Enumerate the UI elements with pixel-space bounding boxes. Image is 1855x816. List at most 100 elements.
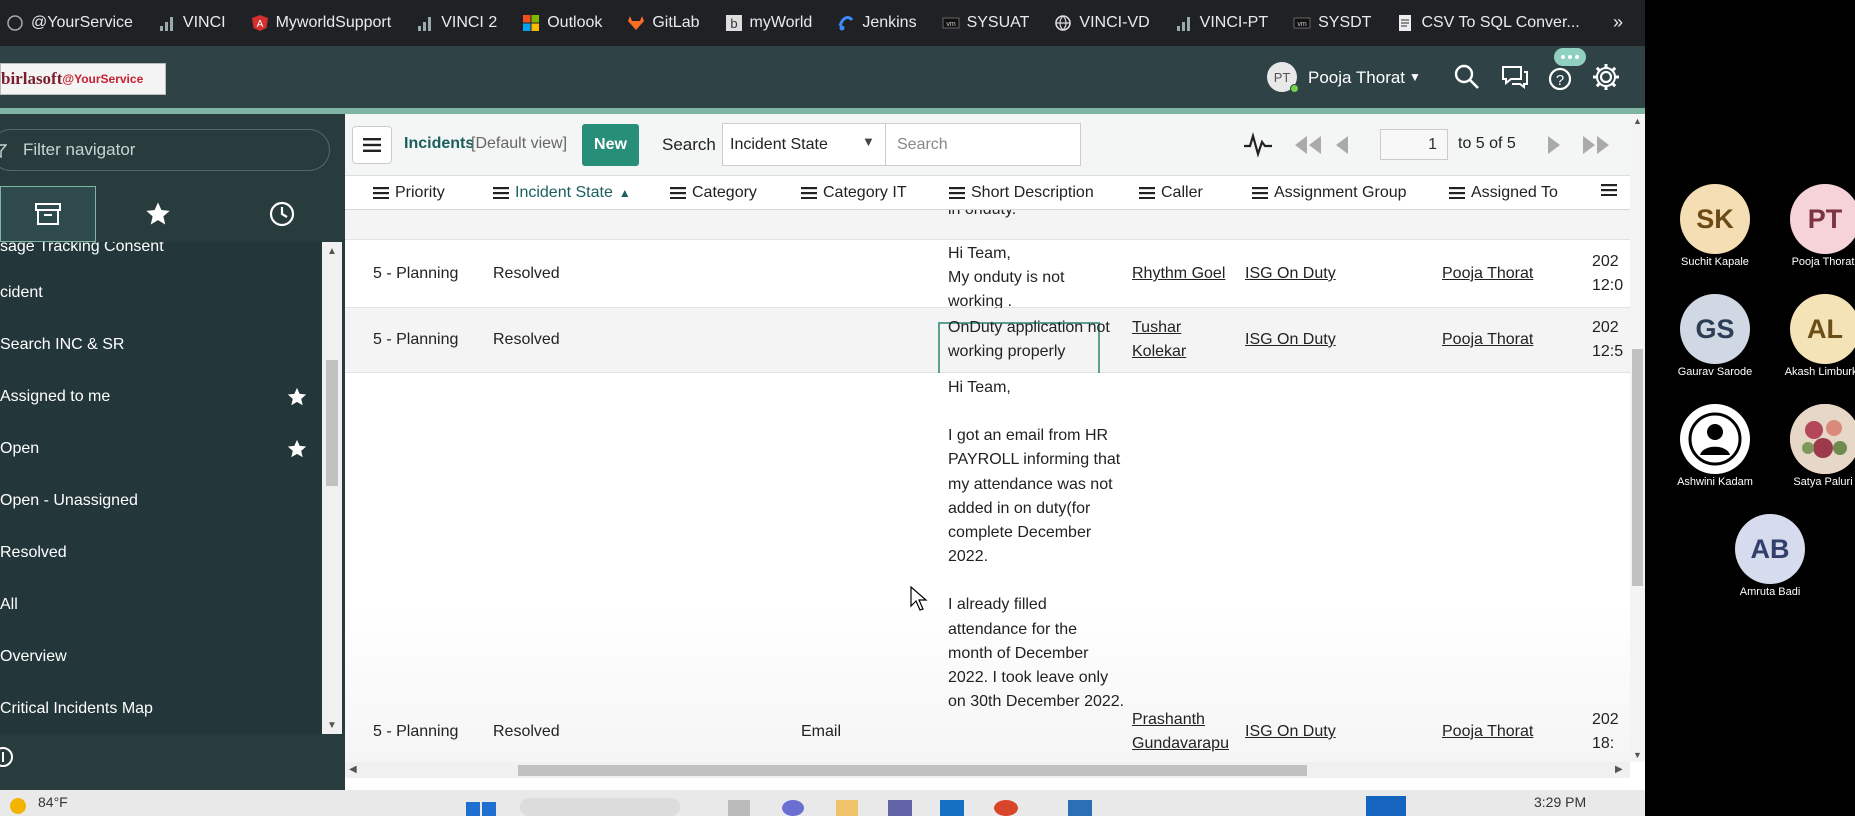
clock-time[interactable]: 3:29 PM <box>1534 794 1586 810</box>
participant-avatar[interactable]: GS <box>1680 294 1750 364</box>
nav-item-open[interactable]: Open <box>0 424 322 474</box>
column-category-it[interactable]: Category IT <box>801 184 907 202</box>
column-incident-state[interactable]: Incident State ▲ <box>493 184 631 202</box>
participant-avatar[interactable] <box>1680 404 1750 474</box>
nav-item-search-inc-sr[interactable]: Search INC & SR <box>0 320 322 370</box>
scroll-up-arrow-icon[interactable]: ▲ <box>327 246 337 257</box>
next-page-icon[interactable] <box>1545 132 1563 158</box>
navigator-scrollbar[interactable]: ▲ ▼ <box>322 242 342 816</box>
short-description-cell[interactable]: OnDuty application not working properly <box>948 316 1110 364</box>
previous-page-icon[interactable] <box>1333 132 1351 158</box>
column-menu-icon[interactable] <box>1449 187 1465 199</box>
scroll-down-arrow-icon[interactable]: ▼ <box>1633 750 1642 760</box>
column-menu-icon[interactable] <box>670 187 686 199</box>
column-menu-icon[interactable] <box>1139 187 1155 199</box>
file-explorer-icon[interactable] <box>836 800 858 816</box>
participant-avatar[interactable] <box>1790 404 1855 474</box>
column-caller[interactable]: Caller <box>1139 184 1203 202</box>
outlook-icon[interactable] <box>1068 800 1092 816</box>
logo[interactable]: birlasoft @YourService <box>0 63 166 95</box>
scrollbar-thumb[interactable] <box>1632 349 1643 586</box>
bookmark-vinci-vd[interactable]: VINCI-VD <box>1054 14 1150 32</box>
bookmark-myworld[interactable]: b myWorld <box>725 14 812 32</box>
app-icon[interactable] <box>782 800 804 816</box>
nav-item-assigned-to-me[interactable]: Assigned to me <box>0 372 322 422</box>
column-menu-icon[interactable] <box>801 187 817 199</box>
tab-favorites[interactable] <box>110 186 206 242</box>
priority-cell[interactable]: 5 - Planning <box>373 720 458 744</box>
star-icon[interactable] <box>286 386 308 408</box>
nav-item-critical-incidents-map[interactable]: Critical Incidents Map <box>0 684 322 734</box>
column-menu-icon[interactable] <box>1252 187 1268 199</box>
chevron-down-icon[interactable]: ▼ <box>1409 70 1421 84</box>
column-short-description[interactable]: Short Description <box>949 184 1094 202</box>
scroll-left-arrow-icon[interactable]: ◀ <box>349 764 357 775</box>
bookmark-myworldsupport[interactable]: A MyworldSupport <box>251 14 391 32</box>
bookmark-sysuat[interactable]: vm SYSUAT <box>942 14 1029 32</box>
column-menu-icon[interactable] <box>493 187 509 199</box>
first-page-icon[interactable] <box>1292 132 1324 158</box>
chrome-icon[interactable] <box>994 800 1018 816</box>
incident-state-cell[interactable]: Resolved <box>493 262 560 286</box>
short-description-cell[interactable]: in onduty. <box>948 210 1016 222</box>
active-app-icon[interactable] <box>1366 796 1406 816</box>
filter-navigator-input[interactable]: Filter navigator <box>0 129 330 171</box>
tab-all-applications[interactable] <box>0 186 96 242</box>
short-description-cell[interactable]: Hi Team, I got an email from HR PAYROLL … <box>948 376 1124 714</box>
incident-state-cell[interactable]: Resolved <box>493 328 560 352</box>
activity-stream-icon[interactable] <box>1243 132 1273 158</box>
sort-ascending-icon[interactable]: ▲ <box>619 186 631 200</box>
column-assigned-to[interactable]: Assigned To <box>1449 184 1558 202</box>
short-description-cell[interactable]: Hi Team, My onduty is not working . <box>948 242 1065 314</box>
last-page-icon[interactable] <box>1580 132 1612 158</box>
more-bookmarks-button[interactable]: » <box>1613 12 1623 33</box>
user-name[interactable]: Pooja Thorat <box>1308 68 1405 88</box>
taskbar-search-box[interactable] <box>520 798 680 816</box>
caller-link[interactable]: Rhythm Goel <box>1132 262 1225 286</box>
participant-avatar[interactable]: PT <box>1790 184 1855 254</box>
collapse-icon[interactable] <box>0 746 14 768</box>
bookmark-gitlab[interactable]: GitLab <box>627 14 700 32</box>
vscode-icon[interactable] <box>940 800 964 816</box>
bookmark-jenkins[interactable]: Jenkins <box>837 14 917 32</box>
nav-item-open-unassigned[interactable]: Open - Unassigned <box>0 476 322 526</box>
bookmark-vinci-pt[interactable]: VINCI-PT <box>1175 14 1268 32</box>
column-menu-icon[interactable] <box>949 187 965 199</box>
category-it-cell[interactable]: Email <box>801 720 841 744</box>
teams-icon[interactable] <box>888 800 912 816</box>
column-assignment-group[interactable]: Assignment Group <box>1252 184 1407 202</box>
nav-item-overview[interactable]: Overview <box>0 632 322 682</box>
list-horizontal-scrollbar[interactable]: ◀ ▶ <box>345 762 1630 778</box>
column-priority[interactable]: Priority <box>373 184 445 202</box>
column-more[interactable] <box>1601 184 1617 196</box>
windows-start-icon[interactable] <box>464 800 498 816</box>
bookmark-vinci-2[interactable]: VINCI 2 <box>416 14 497 32</box>
incident-state-cell[interactable]: Resolved <box>493 720 560 744</box>
list-menu-button[interactable] <box>352 126 392 164</box>
participant-avatar[interactable]: AL <box>1790 294 1855 364</box>
bookmark-outlook[interactable]: Outlook <box>522 14 602 32</box>
caller-link[interactable]: Prashanth Gundavarapu <box>1132 708 1229 756</box>
bookmark-csv-to-sql[interactable]: CSV To SQL Conver... <box>1396 14 1580 32</box>
priority-cell[interactable]: 5 - Planning <box>373 262 458 286</box>
bookmark-vinci[interactable]: VINCI <box>158 14 226 32</box>
column-category[interactable]: Category <box>670 184 757 202</box>
new-button[interactable]: New <box>582 124 639 166</box>
scroll-down-arrow-icon[interactable]: ▼ <box>327 720 337 731</box>
nav-item-resolved[interactable]: Resolved <box>0 528 322 578</box>
caller-link[interactable]: Tushar Kolekar <box>1132 316 1186 364</box>
date-cell[interactable]: 202 12:0 <box>1592 250 1623 298</box>
scrollbar-thumb[interactable] <box>518 765 1307 776</box>
assigned-to-link[interactable]: Pooja Thorat <box>1442 720 1533 744</box>
chat-icon[interactable] <box>1500 62 1530 92</box>
scroll-up-arrow-icon[interactable]: ▲ <box>1633 116 1642 126</box>
page-number-input[interactable]: 1 <box>1380 129 1448 160</box>
participant-avatar[interactable]: AB <box>1735 514 1805 584</box>
task-view-icon[interactable] <box>728 800 750 816</box>
gear-icon[interactable] <box>1591 62 1621 92</box>
date-cell[interactable]: 202 18: <box>1592 708 1619 756</box>
assigned-to-link[interactable]: Pooja Thorat <box>1442 328 1533 352</box>
list-title[interactable]: Incidents <box>404 135 474 153</box>
star-icon[interactable] <box>286 438 308 460</box>
weather-temperature[interactable]: 84°F <box>38 794 68 810</box>
